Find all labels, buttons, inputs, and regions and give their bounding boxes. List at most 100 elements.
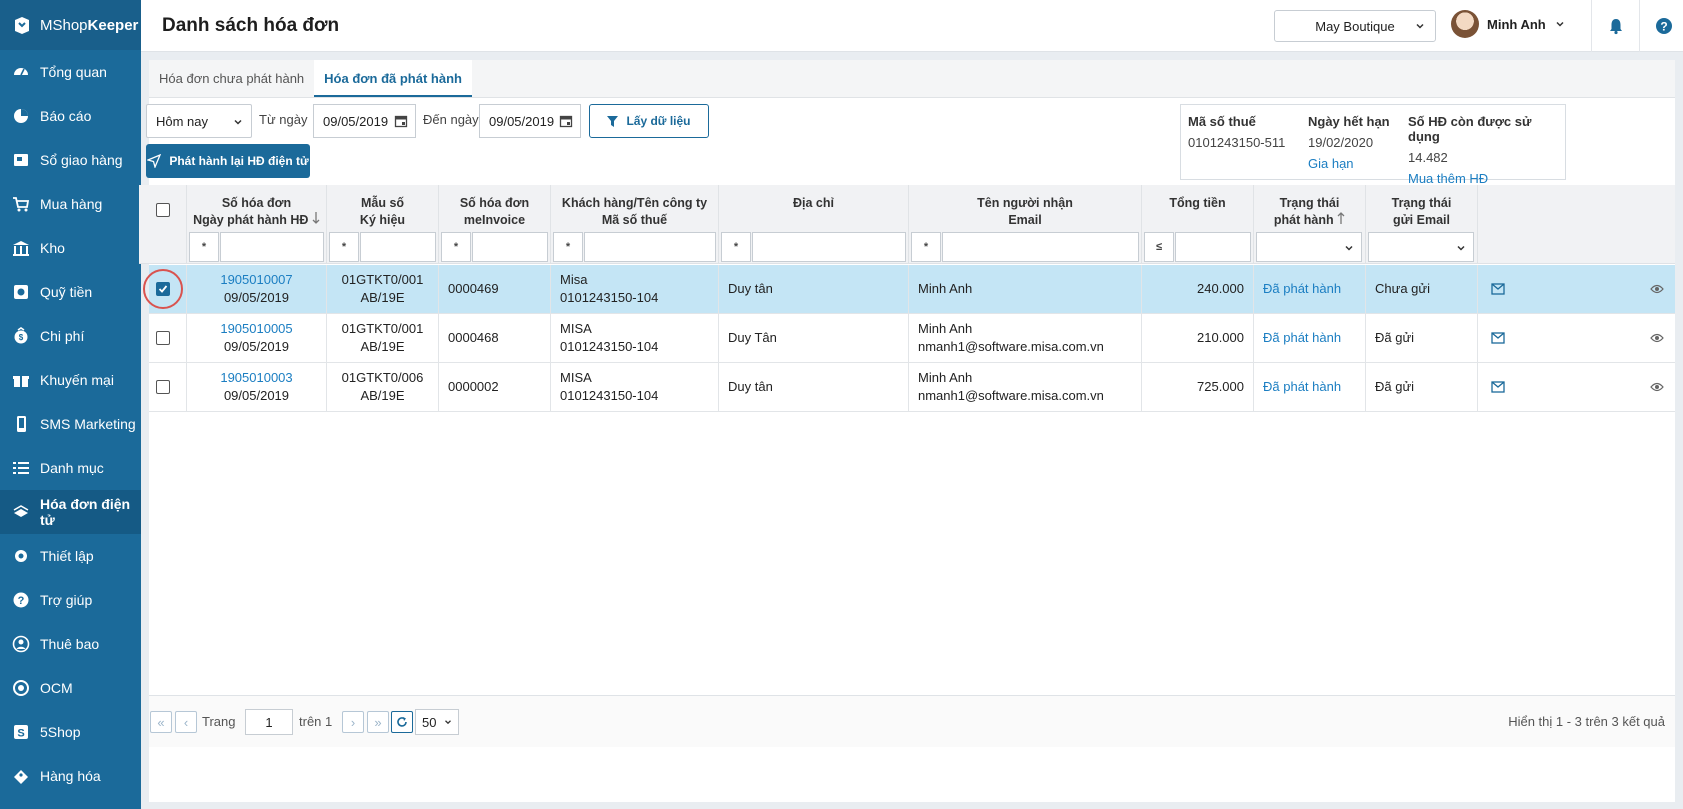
table-row[interactable]: 1905010007 09/05/2019 01GTKT0/001 AB/19E 000… — [143, 265, 1675, 314]
table-cell: Duy tân — [719, 363, 909, 411]
renew-link[interactable]: Gia hạn — [1308, 156, 1390, 171]
reissue-invoice-button[interactable]: Phát hành lại HĐ điện tử — [146, 144, 310, 178]
sidebar-item-goods[interactable]: Hàng hóa — [0, 754, 141, 798]
mail-icon[interactable] — [1491, 283, 1505, 295]
sidebar-item-pie-chart[interactable]: Báo cáo — [0, 94, 141, 138]
filter-op-invoice[interactable]: * — [189, 232, 219, 262]
help-button[interactable]: ? — [1639, 0, 1683, 52]
sidebar-item-invoice[interactable]: Hóa đơn điện tử — [0, 490, 141, 534]
to-date-input[interactable]: 09/05/2019 — [479, 104, 581, 138]
sidebar-item-cart[interactable]: Mua hàng — [0, 182, 141, 226]
sidebar-item-warehouse[interactable]: Kho — [0, 226, 141, 270]
filter-email-status-select[interactable] — [1368, 232, 1474, 262]
filter-receiver-input[interactable] — [942, 232, 1139, 262]
invoice-number-link[interactable]: 1905010005 — [220, 320, 292, 338]
row-checkbox[interactable] — [155, 331, 170, 345]
filter-op-address[interactable]: * — [721, 232, 751, 262]
eye-icon[interactable] — [1649, 333, 1664, 343]
help-icon: ? — [12, 591, 30, 609]
mail-icon[interactable] — [1491, 332, 1505, 344]
filter-address-input[interactable] — [752, 232, 906, 262]
sidebar-item-label: SMS Marketing — [40, 416, 136, 432]
sidebar-item-phone[interactable]: SMS Marketing — [0, 402, 141, 446]
col-issue-status[interactable]: Trạng thái phát hành — [1254, 185, 1366, 264]
table-cell: Chưa gửi — [1366, 265, 1478, 313]
sidebar-item-ocm[interactable]: OCM — [0, 666, 141, 710]
app-logo[interactable]: MShop Keeper — [0, 0, 141, 50]
row-checkbox[interactable] — [155, 380, 170, 394]
email-status: Đã gửi — [1375, 379, 1415, 394]
filter-op-customer[interactable]: * — [553, 232, 583, 262]
pie-chart-icon — [12, 107, 30, 125]
svg-text:$: $ — [19, 333, 24, 342]
col-invoice-no-line1: Số hóa đơn — [221, 196, 292, 210]
sidebar-item-help[interactable]: ? Trợ giúp — [0, 578, 141, 622]
first-page-button[interactable]: « — [150, 711, 172, 733]
sidebar-item-gear[interactable]: Thiết lập — [0, 534, 141, 578]
table-cell — [1478, 363, 1518, 411]
page-size-select[interactable]: 50 — [415, 709, 459, 735]
filter-template-input[interactable] — [360, 232, 436, 262]
col-invoice-no[interactable]: Số hóa đơn Ngày phát hành HĐ * — [187, 185, 327, 264]
customer-tax: 0101243150-104 — [560, 339, 659, 354]
table-row[interactable]: 1905010005 09/05/2019 01GTKT0/001 AB/19E 000… — [149, 314, 1675, 363]
col-address-line1: Địa chỉ — [793, 196, 834, 210]
sidebar-item-gift[interactable]: Khuyến mại — [0, 358, 141, 402]
store-select[interactable]: May Boutique — [1274, 10, 1436, 42]
col-customer-line1: Khách hàng/Tên công ty — [561, 196, 708, 210]
filter-op-total[interactable]: ≤ — [1144, 232, 1174, 262]
tab-unissued[interactable]: Hóa đơn chưa phát hành — [149, 60, 314, 97]
table-row[interactable]: 1905010003 09/05/2019 01GTKT0/006 AB/19E 000… — [149, 363, 1675, 412]
next-page-button[interactable]: › — [342, 711, 364, 733]
eye-icon[interactable] — [1649, 284, 1664, 294]
notification-button[interactable] — [1591, 0, 1639, 52]
result-summary: Hiển thị 1 - 3 trên 3 kết quả — [1508, 714, 1665, 729]
sidebar-item-label: Báo cáo — [40, 108, 92, 124]
last-page-button[interactable]: » — [367, 711, 389, 733]
sidebar-item-5shop[interactable]: S 5Shop — [0, 710, 141, 754]
from-date-input[interactable]: 09/05/2019 — [313, 104, 416, 138]
pagination-bar: « ‹ Trang 1 trên 1 › » 50 Hiển thị 1 - 3… — [149, 695, 1675, 747]
mail-icon[interactable] — [1491, 381, 1505, 393]
filter-op-meinvoice[interactable]: * — [441, 232, 471, 262]
sidebar-item-label: Quỹ tiền — [40, 284, 93, 300]
sidebar-item-label: Mua hàng — [40, 196, 103, 212]
filter-op-template[interactable]: * — [329, 232, 359, 262]
invoice-number-link[interactable]: 1905010007 — [220, 271, 292, 289]
calendar-icon — [559, 115, 573, 128]
customer-name: MISA — [560, 370, 592, 385]
sidebar-item-label: Hóa đơn điện tử — [40, 496, 131, 528]
expense-icon: $ — [12, 327, 30, 345]
sidebar-item-dashboard[interactable]: Tổng quan — [0, 50, 141, 94]
col-total-line1: Tổng tiền — [1169, 196, 1226, 210]
filter-meinvoice-input[interactable] — [472, 232, 548, 262]
fetch-data-button[interactable]: Lấy dữ liệu — [589, 104, 709, 138]
page-number-input[interactable]: 1 — [245, 709, 293, 735]
tab-issued[interactable]: Hóa đơn đã phát hành — [314, 60, 472, 97]
send-icon — [147, 154, 162, 168]
filter-issue-status-select[interactable] — [1256, 232, 1362, 262]
filter-total-input[interactable] — [1175, 232, 1251, 262]
sidebar-item-delivery[interactable]: Sổ giao hàng — [0, 138, 141, 182]
select-all-cell — [139, 185, 187, 264]
eye-icon[interactable] — [1649, 382, 1664, 392]
user-menu[interactable]: Minh Anh — [1451, 10, 1566, 38]
select-all-checkbox[interactable] — [155, 203, 170, 217]
refresh-button[interactable] — [391, 711, 413, 733]
sidebar-item-user[interactable]: Thuê bao — [0, 622, 141, 666]
prev-page-button[interactable]: ‹ — [175, 711, 197, 733]
invoice-number-link[interactable]: 1905010003 — [220, 369, 292, 387]
issue-status-link[interactable]: Đã phát hành — [1263, 378, 1365, 396]
buy-more-link[interactable]: Mua thêm HĐ — [1408, 171, 1565, 186]
col-receiver: Tên người nhận Email * — [909, 185, 1142, 264]
question-icon: ? — [1655, 18, 1672, 34]
sidebar-item-expense[interactable]: $ Chi phí — [0, 314, 141, 358]
sidebar-item-cash[interactable]: Quỹ tiền — [0, 270, 141, 314]
sidebar-item-list[interactable]: Danh mục — [0, 446, 141, 490]
filter-invoice-input[interactable] — [220, 232, 324, 262]
period-select[interactable]: Hôm nay — [146, 104, 252, 138]
issue-status-link[interactable]: Đã phát hành — [1263, 280, 1365, 298]
filter-customer-input[interactable] — [584, 232, 716, 262]
issue-status-link[interactable]: Đã phát hành — [1263, 329, 1365, 347]
filter-op-receiver[interactable]: * — [911, 232, 941, 262]
